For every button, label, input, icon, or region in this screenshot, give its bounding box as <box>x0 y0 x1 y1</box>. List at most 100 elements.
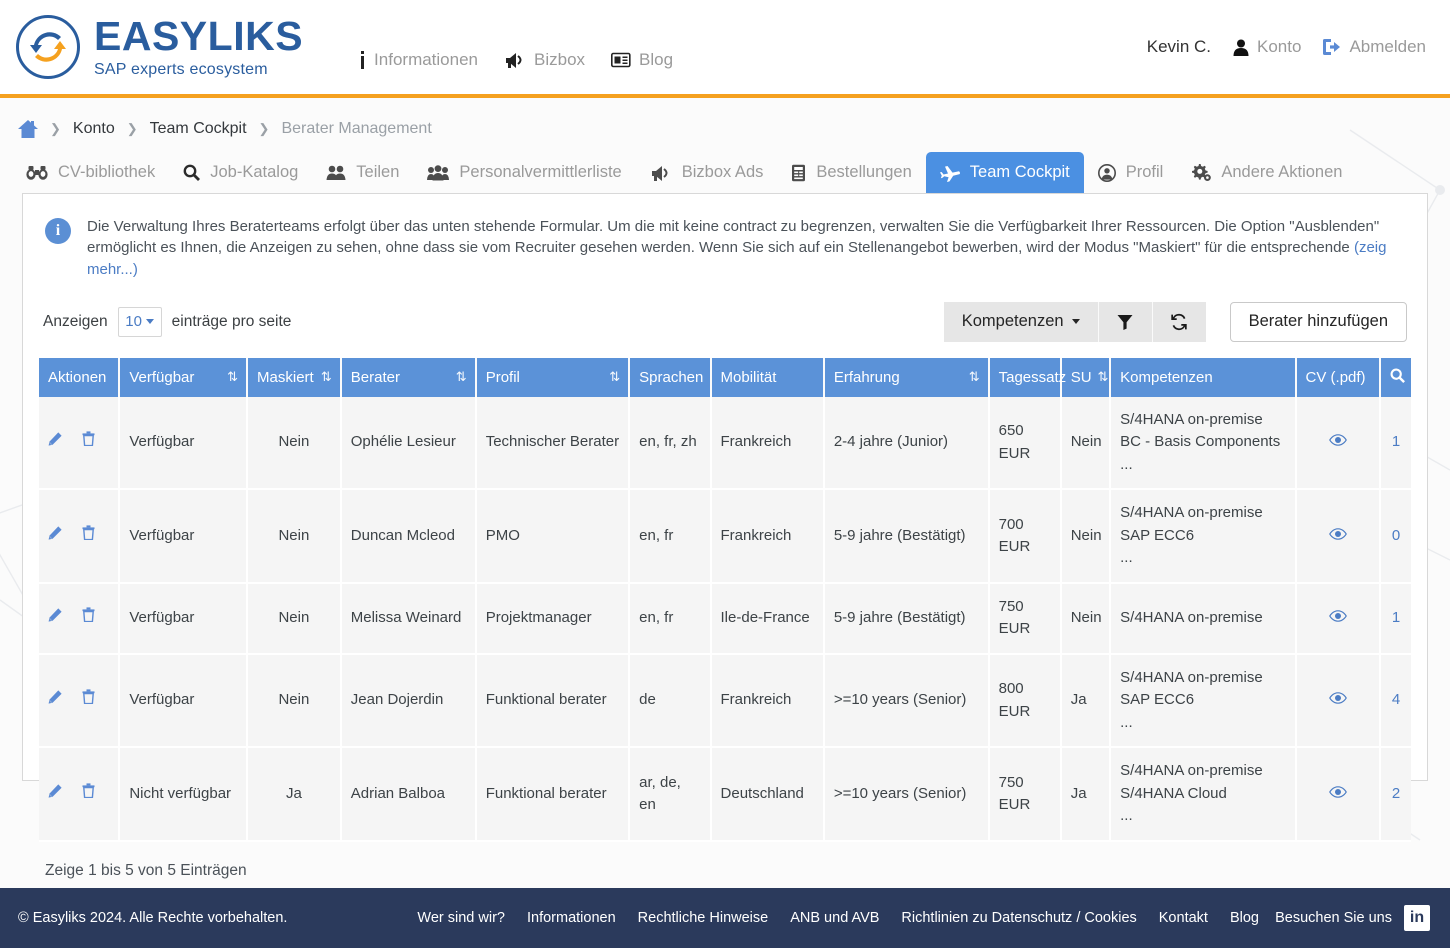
count-link[interactable]: 2 <box>1392 785 1400 802</box>
edit-icon[interactable] <box>48 432 62 446</box>
row-actions <box>39 654 119 748</box>
competence-line: ... <box>1120 547 1285 570</box>
eye-icon[interactable] <box>1329 692 1347 704</box>
cell-profil: Funktional berater <box>476 654 629 748</box>
logout-link[interactable]: Abmelden <box>1323 37 1426 57</box>
delete-icon[interactable] <box>82 783 95 798</box>
edit-icon[interactable] <box>48 784 62 798</box>
add-consultant-button[interactable]: Berater hinzufügen <box>1230 302 1407 342</box>
column-label: Kompetenzen <box>1120 369 1213 386</box>
home-icon[interactable] <box>18 120 38 138</box>
table-row: Verfügbar Nein Melissa Weinard Projektma… <box>39 583 1411 654</box>
column-header-search[interactable] <box>1380 358 1411 397</box>
column-header-kompetenzen[interactable]: Kompetenzen <box>1110 358 1295 397</box>
filter-button[interactable] <box>1098 302 1152 342</box>
top-nav-bizbox[interactable]: Bizbox <box>504 50 585 70</box>
column-header-cv[interactable]: CV (.pdf) <box>1296 358 1380 397</box>
cell-maskiert: Nein <box>247 583 341 654</box>
sort-icon: ⇅ <box>969 369 979 385</box>
entries-per-page-label: einträge pro seite <box>172 313 292 331</box>
column-header-tagessatz[interactable]: Tagessatz <box>989 358 1061 397</box>
delete-icon[interactable] <box>82 689 95 704</box>
column-header-mobilitaet[interactable]: Mobilität <box>711 358 824 397</box>
cell-kompetenzen: S/4HANA on-premise SAP ECC6 ... <box>1110 489 1295 583</box>
refresh-button[interactable] <box>1152 302 1206 342</box>
breadcrumb-item-konto[interactable]: Konto <box>73 120 115 138</box>
tab-andere-aktionen[interactable]: Andere Aktionen <box>1177 152 1356 193</box>
cell-tagessatz: 650 EUR <box>989 397 1061 490</box>
count-link[interactable]: 4 <box>1392 691 1400 708</box>
users-icon <box>427 165 449 181</box>
cell-verfuegbar: Verfügbar <box>119 583 247 654</box>
tab-label: CV-bibliothek <box>58 163 155 182</box>
column-header-aktionen[interactable]: Aktionen <box>39 358 119 397</box>
edit-icon[interactable] <box>48 690 62 704</box>
footer-link-datenschutz-cookies[interactable]: Richtlinien zu Datenschutz / Cookies <box>901 910 1136 926</box>
copyright-text: © Easyliks 2024. Alle Rechte vorbehalten… <box>0 910 287 926</box>
tab-team-cockpit[interactable]: Team Cockpit <box>926 152 1084 193</box>
edit-icon[interactable] <box>48 608 62 622</box>
delete-icon[interactable] <box>82 607 95 622</box>
cell-maskiert: Nein <box>247 397 341 490</box>
column-header-su[interactable]: SU⇅ <box>1061 358 1110 397</box>
cell-cv <box>1296 583 1380 654</box>
visit-us-label: Besuchen Sie uns <box>1275 910 1392 926</box>
cell-kompetenzen: S/4HANA on-premise SAP ECC6 ... <box>1110 654 1295 748</box>
column-header-verfuegbar[interactable]: Verfügbar⇅ <box>119 358 247 397</box>
tab-cv-bibliothek[interactable]: CV-bibliothek <box>12 152 169 193</box>
column-header-maskiert[interactable]: Maskiert⇅ <box>247 358 341 397</box>
cell-su: Nein <box>1061 397 1110 490</box>
cell-erfahrung: >=10 years (Senior) <box>824 747 989 841</box>
delete-icon[interactable] <box>82 431 95 446</box>
account-link[interactable]: Konto <box>1233 37 1301 57</box>
count-link[interactable]: 1 <box>1392 433 1400 450</box>
tab-personalvermittlerliste[interactable]: Personalvermittlerliste <box>413 152 635 193</box>
delete-icon[interactable] <box>82 525 95 540</box>
linkedin-icon[interactable]: in <box>1404 905 1430 931</box>
edit-icon[interactable] <box>48 526 62 540</box>
eye-icon[interactable] <box>1329 786 1347 798</box>
column-label: Erfahrung <box>834 369 900 386</box>
top-nav-blog[interactable]: Blog <box>611 50 673 70</box>
column-header-berater[interactable]: Berater⇅ <box>341 358 476 397</box>
tab-profil[interactable]: Profil <box>1084 152 1178 193</box>
breadcrumb-item-team-cockpit[interactable]: Team Cockpit <box>150 120 247 138</box>
eye-icon[interactable] <box>1329 610 1347 622</box>
tab-label: Teilen <box>356 163 399 182</box>
funnel-icon <box>1117 314 1133 330</box>
receipt-icon <box>791 164 806 182</box>
tab-job-katalog[interactable]: Job-Katalog <box>169 152 312 193</box>
cell-cv <box>1296 654 1380 748</box>
footer-link-rechtliche-hinweise[interactable]: Rechtliche Hinweise <box>638 910 769 926</box>
cell-sprachen: ar, de, en <box>629 747 710 841</box>
column-header-erfahrung[interactable]: Erfahrung ⇅ <box>824 358 989 397</box>
column-label: Sprachen <box>639 369 703 386</box>
count-link[interactable]: 1 <box>1392 609 1400 626</box>
footer-link-anb-und-avb[interactable]: ANB und AVB <box>790 910 879 926</box>
cell-kompetenzen: S/4HANA on-premise <box>1110 583 1295 654</box>
column-label: Verfügbar <box>129 369 194 386</box>
tab-bestellungen[interactable]: Bestellungen <box>777 152 925 193</box>
count-link[interactable]: 0 <box>1392 527 1400 544</box>
page-length-select[interactable]: 10 <box>118 307 162 337</box>
gears-icon <box>1191 164 1211 182</box>
cell-cv <box>1296 397 1380 490</box>
tab-label: Personalvermittlerliste <box>459 163 621 182</box>
footer-link-wer-sind-wir[interactable]: Wer sind wir? <box>417 910 505 926</box>
footer-link-informationen[interactable]: Informationen <box>527 910 616 926</box>
column-label: Tagessatz <box>999 369 1067 386</box>
tab-bizbox-ads[interactable]: Bizbox Ads <box>636 152 778 193</box>
footer-link-blog[interactable]: Blog <box>1230 910 1259 926</box>
column-header-sprachen[interactable]: Sprachen <box>629 358 710 397</box>
competence-line: S/4HANA on-premise <box>1120 667 1285 690</box>
eye-icon[interactable] <box>1329 528 1347 540</box>
cell-cv <box>1296 747 1380 841</box>
logo[interactable]: EASYLIKS SAP experts ecosystem <box>0 15 303 79</box>
competences-dropdown-button[interactable]: Kompetenzen <box>944 302 1098 342</box>
footer-link-kontakt[interactable]: Kontakt <box>1159 910 1208 926</box>
tab-teilen[interactable]: Teilen <box>312 152 413 193</box>
eye-icon[interactable] <box>1329 434 1347 446</box>
column-header-profil[interactable]: Profil⇅ <box>476 358 629 397</box>
top-nav-informationen[interactable]: Informationen <box>359 50 478 70</box>
breadcrumb-current: Berater Management <box>281 120 431 138</box>
